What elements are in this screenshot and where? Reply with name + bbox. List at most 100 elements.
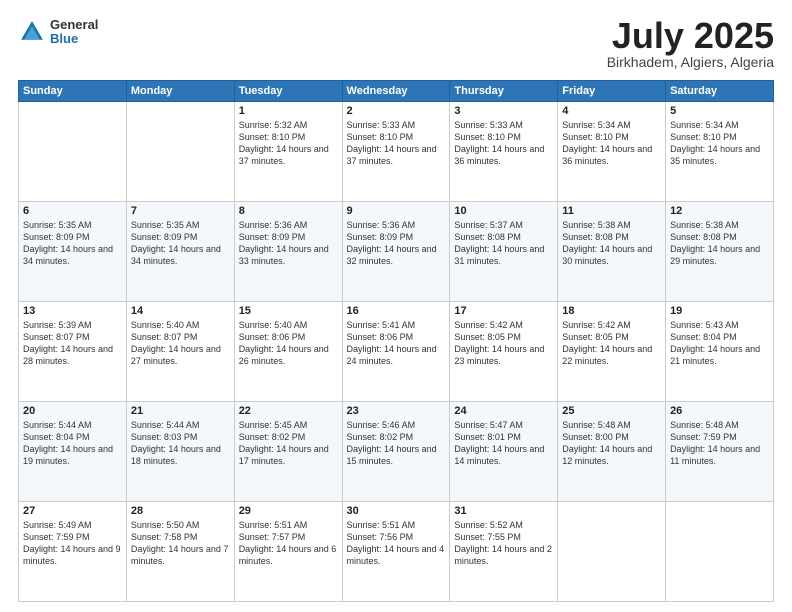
day-number: 21 [131,405,230,417]
logo-icon [18,18,46,46]
day-number: 30 [347,505,446,517]
day-number: 5 [670,105,769,117]
day-info: Sunrise: 5:38 AM Sunset: 8:08 PM Dayligh… [670,219,769,268]
day-info: Sunrise: 5:45 AM Sunset: 8:02 PM Dayligh… [239,419,338,468]
day-info: Sunrise: 5:52 AM Sunset: 7:55 PM Dayligh… [454,519,553,568]
day-number: 24 [454,405,553,417]
week-row-4: 20 Sunrise: 5:44 AM Sunset: 8:04 PM Dayli… [19,402,774,502]
day-info: Sunrise: 5:35 AM Sunset: 8:09 PM Dayligh… [23,219,122,268]
day-header-thursday: Thursday [450,81,558,102]
day-info: Sunrise: 5:40 AM Sunset: 8:07 PM Dayligh… [131,319,230,368]
day-number: 15 [239,305,338,317]
calendar-cell: 24 Sunrise: 5:47 AM Sunset: 8:01 PM Dayli… [450,402,558,502]
day-info: Sunrise: 5:48 AM Sunset: 7:59 PM Dayligh… [670,419,769,468]
calendar-cell: 6 Sunrise: 5:35 AM Sunset: 8:09 PM Daylig… [19,202,127,302]
day-info: Sunrise: 5:40 AM Sunset: 8:06 PM Dayligh… [239,319,338,368]
calendar-cell [558,502,666,602]
day-number: 22 [239,405,338,417]
calendar-cell: 27 Sunrise: 5:49 AM Sunset: 7:59 PM Dayli… [19,502,127,602]
calendar-cell: 12 Sunrise: 5:38 AM Sunset: 8:08 PM Dayli… [666,202,774,302]
day-number: 14 [131,305,230,317]
day-info: Sunrise: 5:36 AM Sunset: 8:09 PM Dayligh… [239,219,338,268]
day-info: Sunrise: 5:48 AM Sunset: 8:00 PM Dayligh… [562,419,661,468]
calendar-cell: 8 Sunrise: 5:36 AM Sunset: 8:09 PM Daylig… [234,202,342,302]
day-number: 8 [239,205,338,217]
calendar-cell: 23 Sunrise: 5:46 AM Sunset: 8:02 PM Dayli… [342,402,450,502]
day-number: 31 [454,505,553,517]
day-number: 27 [23,505,122,517]
calendar-cell [126,102,234,202]
day-header-tuesday: Tuesday [234,81,342,102]
day-number: 19 [670,305,769,317]
day-number: 23 [347,405,446,417]
day-number: 20 [23,405,122,417]
day-header-sunday: Sunday [19,81,127,102]
day-info: Sunrise: 5:44 AM Sunset: 8:03 PM Dayligh… [131,419,230,468]
calendar-cell: 11Sunrise: 5:38 AM Sunset: 8:08 PM Dayli… [558,202,666,302]
day-info: Sunrise: 5:46 AM Sunset: 8:02 PM Dayligh… [347,419,446,468]
calendar-cell: 9Sunrise: 5:36 AM Sunset: 8:09 PM Daylig… [342,202,450,302]
day-info: Sunrise: 5:44 AM Sunset: 8:04 PM Dayligh… [23,419,122,468]
day-number: 12 [670,205,769,217]
day-number: 3 [454,105,553,117]
week-row-5: 27 Sunrise: 5:49 AM Sunset: 7:59 PM Dayli… [19,502,774,602]
day-info: Sunrise: 5:49 AM Sunset: 7:59 PM Dayligh… [23,519,122,568]
calendar-cell: 14 Sunrise: 5:40 AM Sunset: 8:07 PM Dayli… [126,302,234,402]
logo-text: General Blue [50,18,98,47]
day-info: Sunrise: 5:42 AM Sunset: 8:05 PM Dayligh… [454,319,553,368]
day-info: Sunrise: 5:32 AM Sunset: 8:10 PM Dayligh… [239,119,338,168]
calendar-cell: 15 Sunrise: 5:40 AM Sunset: 8:06 PM Dayli… [234,302,342,402]
calendar-page: General Blue July 2025 Birkhadem, Algier… [0,0,792,612]
calendar-cell: 30Sunrise: 5:51 AM Sunset: 7:56 PM Dayli… [342,502,450,602]
calendar-cell: 13Sunrise: 5:39 AM Sunset: 8:07 PM Dayli… [19,302,127,402]
day-number: 4 [562,105,661,117]
day-info: Sunrise: 5:43 AM Sunset: 8:04 PM Dayligh… [670,319,769,368]
calendar-cell [19,102,127,202]
day-header-friday: Friday [558,81,666,102]
calendar-cell [666,502,774,602]
logo-blue-label: Blue [50,32,98,46]
calendar-cell: 10Sunrise: 5:37 AM Sunset: 8:08 PM Dayli… [450,202,558,302]
calendar-cell: 18 Sunrise: 5:42 AM Sunset: 8:05 PM Dayli… [558,302,666,402]
calendar-cell: 31 Sunrise: 5:52 AM Sunset: 7:55 PM Dayli… [450,502,558,602]
day-info: Sunrise: 5:42 AM Sunset: 8:05 PM Dayligh… [562,319,661,368]
calendar-cell: 20 Sunrise: 5:44 AM Sunset: 8:04 PM Dayli… [19,402,127,502]
day-info: Sunrise: 5:41 AM Sunset: 8:06 PM Dayligh… [347,319,446,368]
calendar-cell: 28Sunrise: 5:50 AM Sunset: 7:58 PM Dayli… [126,502,234,602]
day-number: 6 [23,205,122,217]
day-number: 18 [562,305,661,317]
calendar-cell: 4Sunrise: 5:34 AM Sunset: 8:10 PM Daylig… [558,102,666,202]
calendar-cell: 5Sunrise: 5:34 AM Sunset: 8:10 PM Daylig… [666,102,774,202]
logo-general-label: General [50,18,98,32]
month-title: July 2025 [607,18,774,54]
day-number: 7 [131,205,230,217]
location-subtitle: Birkhadem, Algiers, Algeria [607,54,774,70]
day-info: Sunrise: 5:51 AM Sunset: 7:57 PM Dayligh… [239,519,338,568]
day-number: 29 [239,505,338,517]
day-info: Sunrise: 5:37 AM Sunset: 8:08 PM Dayligh… [454,219,553,268]
day-number: 25 [562,405,661,417]
calendar-cell: 21 Sunrise: 5:44 AM Sunset: 8:03 PM Dayli… [126,402,234,502]
day-info: Sunrise: 5:36 AM Sunset: 8:09 PM Dayligh… [347,219,446,268]
day-header-monday: Monday [126,81,234,102]
calendar-cell: 7 Sunrise: 5:35 AM Sunset: 8:09 PM Daylig… [126,202,234,302]
calendar-cell: 25 Sunrise: 5:48 AM Sunset: 8:00 PM Dayli… [558,402,666,502]
calendar-table: SundayMondayTuesdayWednesdayThursdayFrid… [18,80,774,602]
day-info: Sunrise: 5:33 AM Sunset: 8:10 PM Dayligh… [347,119,446,168]
title-block: July 2025 Birkhadem, Algiers, Algeria [607,18,774,70]
day-number: 11 [562,205,661,217]
days-header-row: SundayMondayTuesdayWednesdayThursdayFrid… [19,81,774,102]
calendar-cell: 26Sunrise: 5:48 AM Sunset: 7:59 PM Dayli… [666,402,774,502]
day-info: Sunrise: 5:47 AM Sunset: 8:01 PM Dayligh… [454,419,553,468]
calendar-cell: 22 Sunrise: 5:45 AM Sunset: 8:02 PM Dayli… [234,402,342,502]
day-info: Sunrise: 5:35 AM Sunset: 8:09 PM Dayligh… [131,219,230,268]
day-info: Sunrise: 5:39 AM Sunset: 8:07 PM Dayligh… [23,319,122,368]
calendar-cell: 29 Sunrise: 5:51 AM Sunset: 7:57 PM Dayli… [234,502,342,602]
header: General Blue July 2025 Birkhadem, Algier… [18,18,774,70]
day-number: 2 [347,105,446,117]
day-header-saturday: Saturday [666,81,774,102]
calendar-cell: 17Sunrise: 5:42 AM Sunset: 8:05 PM Dayli… [450,302,558,402]
day-info: Sunrise: 5:33 AM Sunset: 8:10 PM Dayligh… [454,119,553,168]
calendar-cell: 3 Sunrise: 5:33 AM Sunset: 8:10 PM Daylig… [450,102,558,202]
day-number: 16 [347,305,446,317]
